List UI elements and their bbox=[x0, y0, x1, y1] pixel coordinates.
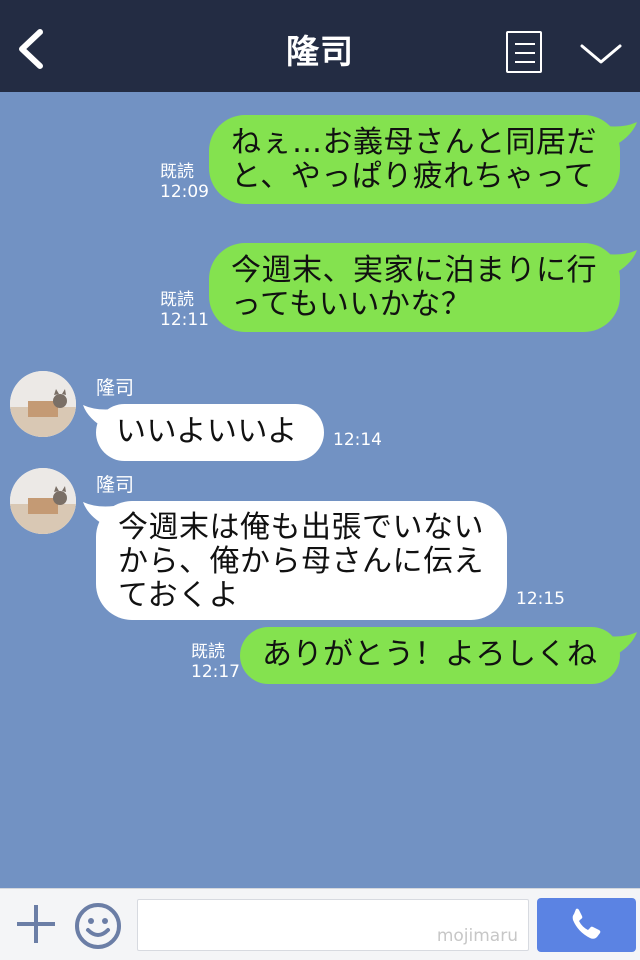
bubble-tail bbox=[83, 405, 114, 429]
message-bubble[interactable]: ありがとう！よろしくね bbox=[240, 627, 620, 684]
call-button[interactable] bbox=[537, 898, 636, 952]
avatar-image bbox=[10, 468, 76, 534]
message-time: 12:14 bbox=[333, 430, 382, 450]
emoji-button[interactable] bbox=[73, 901, 123, 951]
message-bubble[interactable]: 今週末、実家に泊まりに行 ってもいいかな？ bbox=[209, 243, 620, 332]
bubble-tail bbox=[606, 632, 637, 656]
read-status: 既読 12:17 bbox=[191, 642, 240, 682]
chat-title: 隆司 bbox=[286, 32, 354, 71]
menu-button[interactable] bbox=[506, 31, 542, 73]
input-bar: mojimaru bbox=[0, 888, 640, 960]
read-status: 既読 12:09 bbox=[160, 162, 209, 202]
avatar[interactable] bbox=[10, 371, 76, 437]
bubble-tail bbox=[83, 502, 114, 526]
avatar[interactable] bbox=[10, 468, 76, 534]
chevron-down-icon bbox=[580, 44, 622, 64]
smiley-icon bbox=[75, 903, 121, 949]
read-status: 既読 12:11 bbox=[160, 290, 209, 330]
phone-icon bbox=[572, 908, 601, 939]
collapse-button[interactable] bbox=[578, 40, 624, 68]
message-time: 12:15 bbox=[516, 589, 565, 609]
message-bubble[interactable]: いいよいいよ bbox=[96, 404, 324, 461]
message-input[interactable]: mojimaru bbox=[137, 899, 529, 951]
watermark: mojimaru bbox=[436, 926, 518, 946]
message-bubble[interactable]: ねぇ…お義母さんと同居だ と、やっぱり疲れちゃって bbox=[209, 115, 620, 204]
add-button[interactable] bbox=[15, 903, 57, 945]
avatar-image bbox=[10, 371, 76, 437]
bubble-tail bbox=[606, 250, 637, 274]
message-bubble[interactable]: 今週末は俺も出張でいない から、俺から母さんに伝え ておくよ bbox=[96, 501, 507, 620]
plus-icon bbox=[17, 905, 55, 943]
chat-header: 隆司 bbox=[0, 0, 640, 92]
sender-name: 隆司 bbox=[96, 474, 135, 496]
bubble-tail bbox=[606, 122, 637, 146]
sender-name: 隆司 bbox=[96, 377, 135, 399]
